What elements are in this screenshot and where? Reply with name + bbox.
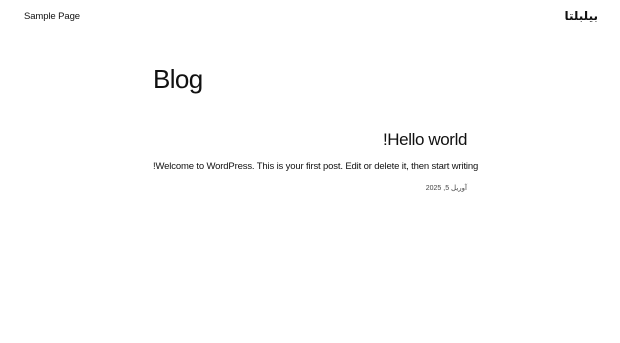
post-card: !Hello world !Welcome to WordPress. This… [153, 130, 479, 192]
site-header: Sample Page بیلبلتا [0, 0, 620, 36]
site-title[interactable]: بیلبلتا [564, 9, 598, 23]
post-excerpt: !Welcome to WordPress. This is your firs… [153, 161, 479, 172]
page: Sample Page بیلبلتا Blog !Hello world !W… [0, 0, 620, 343]
post-title-link[interactable]: !Hello world [153, 130, 467, 150]
nav-link-sample-page[interactable]: Sample Page [24, 11, 80, 22]
page-title: Blog [153, 64, 203, 94]
post-date: آوریل 5, 2025 [425, 185, 467, 192]
